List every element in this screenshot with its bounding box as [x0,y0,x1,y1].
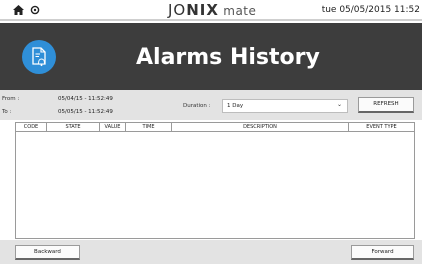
pager-bar: Backward Forward [0,240,422,264]
dropdown-caret-icon: ⌄ [336,101,342,108]
column-header-description[interactable]: DESCRIPTION [172,123,349,132]
column-header-time[interactable]: TIME [126,123,172,132]
brand-part2: NIX [186,1,219,19]
brand-part3: mate [218,4,257,18]
column-header-code[interactable]: CODE [16,123,47,132]
status-bar: JONIX mate tue 05/05/2015 11:52 [0,0,422,21]
column-header-event-type[interactable]: EVENT TYPE [349,123,414,132]
alarm-document-icon [22,40,56,74]
settings-icon[interactable] [30,5,40,15]
home-icon[interactable] [13,5,24,15]
clock: tue 05/05/2015 11:52 [321,5,420,15]
brand-part1: JO [168,1,187,19]
filter-bar: From : 05/04/15 - 11:52:49 To : 05/05/15… [0,90,422,120]
alarms-table: CODE STATE VALUE TIME DESCRIPTION EVENT … [15,122,415,239]
column-header-value[interactable]: VALUE [100,123,126,132]
to-value[interactable]: 05/05/15 - 11:52:49 [58,109,113,115]
table-body [16,133,414,238]
page-title: Alarms History [136,45,320,70]
column-header-state[interactable]: STATE [47,123,100,132]
from-label: From : [2,96,20,102]
brand-logo: JONIX mate [168,1,256,19]
backward-button[interactable]: Backward [15,245,80,260]
duration-select[interactable]: 1 Day ⌄ [222,99,348,113]
refresh-button[interactable]: REFRESH [358,97,414,113]
from-value[interactable]: 05/04/15 - 11:52:49 [58,96,113,102]
to-label: To : [2,109,12,115]
duration-label: Duration : [183,103,211,109]
table-header: CODE STATE VALUE TIME DESCRIPTION EVENT … [16,123,414,132]
duration-value: 1 Day [227,103,244,109]
page-header: Alarms History [0,23,422,90]
forward-button[interactable]: Forward [351,245,414,260]
